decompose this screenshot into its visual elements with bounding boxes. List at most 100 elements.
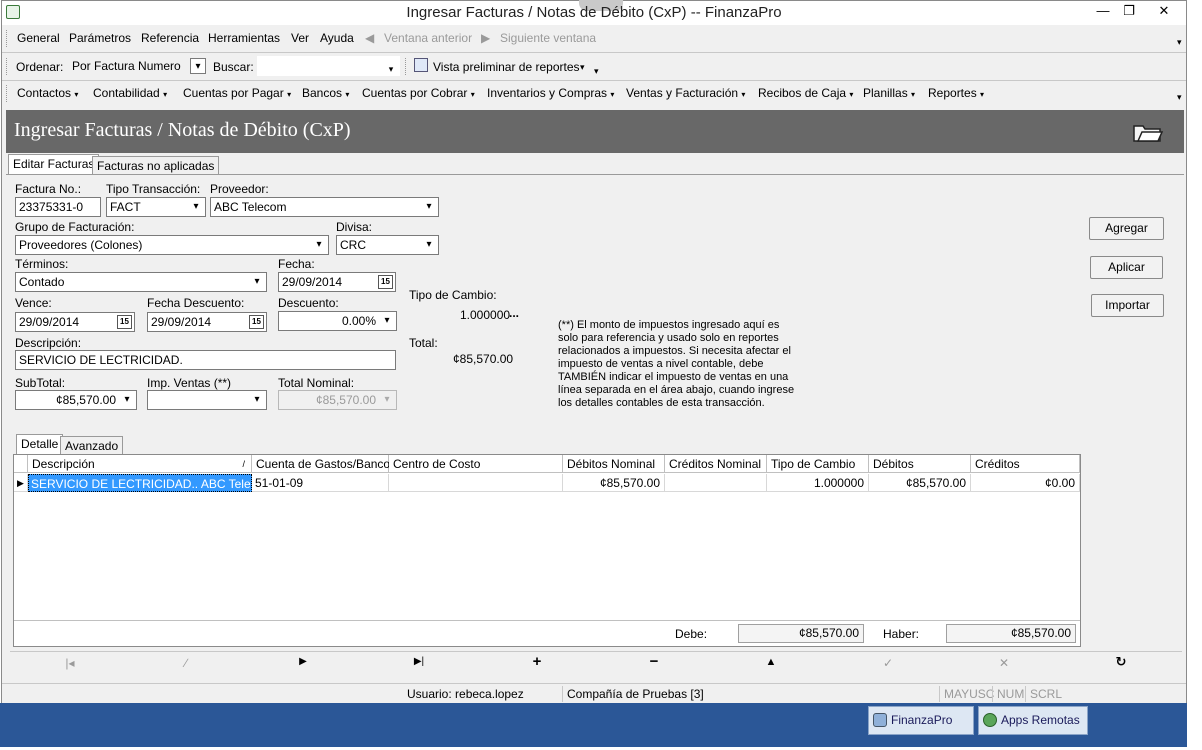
imp-ventas-field[interactable]: ▾: [147, 390, 267, 410]
col-debitos-nominal[interactable]: Débitos Nominal: [563, 455, 665, 473]
col-descripcion[interactable]: Descripción /: [28, 455, 252, 473]
calendar-icon[interactable]: 15: [249, 315, 264, 329]
minimize-button[interactable]: —: [1090, 1, 1116, 21]
tipo-cambio-more-button[interactable]: ...: [509, 306, 519, 320]
calendar-icon[interactable]: 15: [378, 275, 393, 289]
chevron-down-icon[interactable]: ▾: [249, 392, 265, 408]
importar-button[interactable]: Importar: [1091, 294, 1164, 317]
col-centro-costo[interactable]: Centro de Costo: [389, 455, 563, 473]
chevron-down-icon[interactable]: ▾: [383, 61, 399, 77]
module-cuentas-por-pagar[interactable]: Cuentas por Pagar ▾: [183, 84, 291, 104]
toolbar-grip[interactable]: [6, 85, 9, 102]
table-cell[interactable]: ¢0.00: [971, 474, 1080, 492]
cancel-record-icon[interactable]: ✕: [996, 656, 1012, 670]
col-tipo-cambio[interactable]: Tipo de Cambio: [767, 455, 869, 473]
divisa-select[interactable]: CRC ▾: [336, 235, 439, 255]
chevron-down-icon[interactable]: ▾: [421, 199, 437, 215]
module-inventarios[interactable]: Inventarios y Compras ▾: [487, 84, 614, 104]
tab-detalle[interactable]: Detalle: [16, 434, 64, 454]
prev-window-button[interactable]: Ventana anterior: [384, 29, 472, 47]
prev-record-icon[interactable]: ∕: [178, 656, 194, 670]
agregar-button[interactable]: Agregar: [1089, 217, 1164, 240]
post-record-icon[interactable]: ✓: [880, 656, 896, 670]
descripcion-value: SERVICIO DE LECTRICIDAD.: [19, 353, 183, 367]
close-button[interactable]: ✕: [1142, 1, 1186, 21]
chevron-down-icon[interactable]: ▾: [311, 237, 327, 253]
tab-editar-facturas[interactable]: Editar Facturas: [8, 154, 100, 174]
fecha-descuento-field[interactable]: 29/09/2014 15: [147, 312, 267, 332]
menu-ayuda[interactable]: Ayuda: [320, 29, 354, 47]
table-cell[interactable]: [665, 474, 767, 492]
chevron-down-icon[interactable]: ▾: [188, 199, 204, 215]
grupo-facturacion-label: Grupo de Facturación:: [15, 220, 135, 234]
refresh-icon[interactable]: ↻: [1113, 654, 1129, 670]
table-cell[interactable]: [389, 474, 563, 492]
table-cell[interactable]: SERVICIO DE LECTRICIDAD.. ABC Telecom: [28, 474, 252, 492]
order-select[interactable]: Por Factura Numero ▾: [68, 56, 208, 76]
taskbar-finanzapro[interactable]: FinanzaPro: [868, 706, 974, 735]
table-cell[interactable]: ¢85,570.00: [563, 474, 665, 492]
next-window-button[interactable]: Siguiente ventana: [500, 29, 596, 47]
menu-herramientas[interactable]: Herramientas: [208, 29, 280, 47]
toolbar-overflow-icon[interactable]: ▾: [594, 62, 599, 80]
calendar-icon[interactable]: 15: [117, 315, 132, 329]
table-cell[interactable]: 51-01-09: [252, 474, 389, 492]
edit-record-icon[interactable]: ▲: [763, 656, 779, 668]
tab-facturas-no-aplicadas[interactable]: Facturas no aplicadas: [92, 156, 220, 174]
module-bancos[interactable]: Bancos ▾: [302, 84, 349, 104]
delete-record-icon[interactable]: −: [646, 653, 662, 670]
terminos-select[interactable]: Contado ▾: [15, 272, 267, 292]
module-planillas[interactable]: Planillas ▾: [863, 84, 915, 104]
aplicar-button[interactable]: Aplicar: [1090, 256, 1163, 279]
vence-field[interactable]: 29/09/2014 15: [15, 312, 135, 332]
add-record-icon[interactable]: +: [529, 653, 545, 670]
module-ventas[interactable]: Ventas y Facturación ▾: [626, 84, 745, 104]
taskbar-apps-remotas[interactable]: Apps Remotas: [978, 706, 1088, 735]
descuento-label: Descuento:: [278, 296, 339, 310]
module-recibos[interactable]: Recibos de Caja ▾: [758, 84, 853, 104]
menu-ver[interactable]: Ver: [291, 29, 309, 47]
fecha-value: 29/09/2014: [282, 275, 343, 289]
subtotal-field[interactable]: ¢85,570.00 ▾: [15, 390, 137, 410]
search-input[interactable]: ▾: [257, 56, 400, 76]
window-title: Ingresar Facturas / Notas de Débito (CxP…: [406, 4, 782, 21]
descuento-select[interactable]: 0.00% ▾: [278, 311, 397, 331]
chevron-down-icon[interactable]: ▾: [421, 237, 437, 253]
report-preview-button[interactable]: Vista preliminar de reportes: [433, 58, 580, 76]
col-debitos[interactable]: Débitos: [869, 455, 971, 473]
toolbar-overflow-icon[interactable]: ▾: [1177, 88, 1182, 106]
grupo-facturacion-select[interactable]: Proveedores (Colones) ▾: [15, 235, 329, 255]
factura-field[interactable]: 23375331-0: [15, 197, 101, 217]
module-cuentas-por-cobrar[interactable]: Cuentas por Cobrar ▾: [362, 84, 475, 104]
row-pointer-icon[interactable]: ▶: [14, 474, 28, 492]
chevron-down-icon[interactable]: ▾: [190, 58, 206, 74]
first-record-icon[interactable]: |◂: [62, 656, 78, 670]
chevron-down-icon[interactable]: ▾: [249, 274, 265, 290]
chevron-down-icon[interactable]: ▾: [580, 58, 585, 76]
col-cuenta[interactable]: Cuenta de Gastos/Bancos: [252, 455, 396, 473]
module-reportes[interactable]: Reportes ▾: [928, 84, 984, 104]
descripcion-field[interactable]: SERVICIO DE LECTRICIDAD.: [15, 350, 396, 370]
tab-avanzado[interactable]: Avanzado: [60, 436, 124, 454]
chevron-down-icon[interactable]: ▾: [379, 313, 395, 329]
chevron-down-icon[interactable]: ▾: [119, 392, 135, 408]
maximize-button[interactable]: ❐: [1116, 1, 1142, 21]
menu-parametros[interactable]: Parámetros: [69, 29, 131, 47]
proveedor-select[interactable]: ABC Telecom ▾: [210, 197, 439, 217]
menu-referencia[interactable]: Referencia: [141, 29, 199, 47]
menu-general[interactable]: General: [17, 29, 60, 47]
toolbar-grip[interactable]: [6, 30, 9, 47]
page-header: Ingresar Facturas / Notas de Débito (CxP…: [6, 110, 1184, 153]
table-cell[interactable]: 1.000000: [767, 474, 869, 492]
fecha-field[interactable]: 29/09/2014 15: [278, 272, 396, 292]
next-record-icon[interactable]: ▶: [295, 656, 311, 667]
col-creditos-nominal[interactable]: Créditos Nominal: [665, 455, 767, 473]
module-contabilidad[interactable]: Contabilidad ▾: [93, 84, 167, 104]
toolbar-overflow-icon[interactable]: ▾: [1177, 33, 1182, 51]
tipo-transaccion-select[interactable]: FACT ▾: [106, 197, 206, 217]
table-cell[interactable]: ¢85,570.00: [869, 474, 971, 492]
toolbar-grip[interactable]: [6, 58, 9, 75]
col-creditos[interactable]: Créditos: [971, 455, 1080, 473]
module-contactos[interactable]: Contactos ▾: [17, 84, 78, 104]
last-record-icon[interactable]: ▶|: [411, 656, 427, 667]
